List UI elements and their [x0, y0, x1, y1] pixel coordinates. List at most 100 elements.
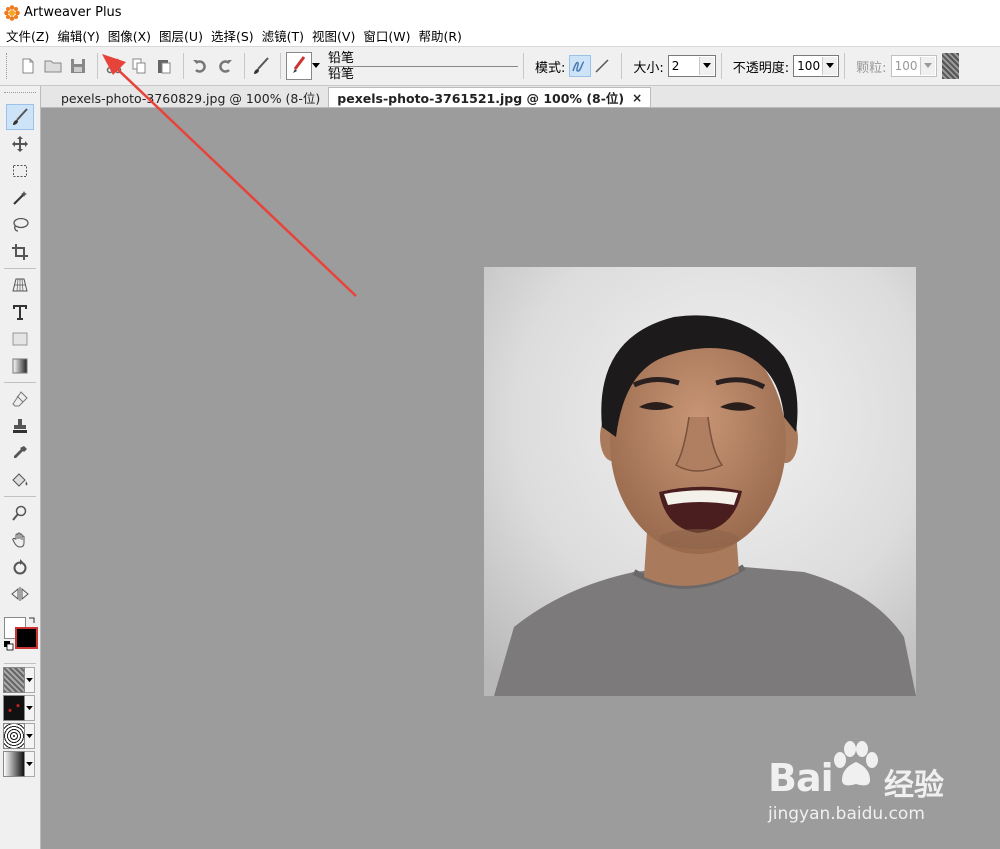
new-file-button[interactable]	[17, 55, 39, 77]
brush-texture-preset[interactable]	[3, 667, 40, 693]
tool-hand[interactable]	[6, 527, 34, 553]
toolbar-separator	[244, 53, 245, 79]
tab-document-2[interactable]: pexels-photo-3761521.jpg @ 100% (8-位) ×	[328, 87, 652, 107]
brush-icon	[13, 108, 28, 125]
tool-panel-grip[interactable]	[4, 92, 36, 100]
paper-texture-thumbnail[interactable]	[941, 53, 959, 79]
paste-icon	[158, 60, 171, 74]
menu-file[interactable]: 文件(Z)	[4, 26, 55, 45]
stamp-preset[interactable]	[3, 723, 40, 749]
tool-separator	[4, 496, 36, 497]
brush-tool-button[interactable]	[250, 55, 272, 77]
opacity-select[interactable]: 100	[793, 55, 840, 77]
tab-document-1[interactable]: pexels-photo-3760829.jpg @ 100% (8-位)	[53, 87, 328, 107]
pencil-icon	[293, 56, 306, 73]
grain-select[interactable]: 100	[890, 55, 937, 77]
redo-icon	[219, 60, 232, 73]
document-tabs: pexels-photo-3760829.jpg @ 100% (8-位) pe…	[41, 86, 1000, 108]
shape-rectangle-icon	[12, 332, 28, 346]
grain-label: 颗粒:	[856, 60, 887, 76]
tool-crop[interactable]	[6, 239, 34, 265]
copy-icon	[132, 58, 146, 74]
tool-move[interactable]	[6, 131, 34, 157]
tool-lasso[interactable]	[6, 212, 34, 238]
hand-icon	[12, 532, 25, 548]
brush-preset-picker[interactable]	[286, 51, 322, 81]
freehand-stroke-icon	[572, 61, 585, 72]
toolbar-separator	[97, 53, 98, 79]
swap-colors-icon[interactable]	[28, 617, 36, 625]
tool-separator	[4, 382, 36, 383]
baidu-paw-logo-icon	[834, 741, 878, 786]
pattern-thumbnail	[3, 695, 25, 721]
tool-separator	[4, 663, 36, 664]
menu-filter[interactable]: 滤镜(T)	[260, 26, 310, 45]
close-tab-icon[interactable]: ×	[632, 91, 642, 105]
mirror-axis-icon	[11, 587, 29, 601]
menu-layer[interactable]: 图层(U)	[157, 26, 209, 45]
chevron-down-icon	[312, 63, 320, 68]
tool-eyedropper[interactable]	[6, 440, 34, 466]
tool-brush[interactable]	[6, 104, 34, 130]
tool-text[interactable]	[6, 299, 34, 325]
reset-colors-icon[interactable]	[4, 641, 14, 651]
toolbar-grip[interactable]	[6, 53, 9, 79]
magic-wand-icon	[13, 191, 27, 205]
stamp-icon	[13, 419, 27, 433]
menu-image[interactable]: 图像(X)	[106, 26, 157, 45]
magnifier-icon	[12, 505, 27, 521]
redo-button[interactable]	[214, 55, 236, 77]
color-swatches	[2, 615, 40, 653]
brush-name: 铅笔 铅笔	[328, 51, 518, 82]
toolbar-separator	[844, 53, 846, 79]
menu-help[interactable]: 帮助(R)	[416, 26, 467, 45]
tab-label: pexels-photo-3760829.jpg @ 100% (8-位)	[61, 90, 321, 106]
watermark-url: jingyan.baidu.com	[768, 804, 925, 824]
gradient-thumbnail	[3, 751, 25, 777]
tool-panel	[0, 86, 41, 849]
tool-paint-bucket[interactable]	[6, 467, 34, 493]
cut-button[interactable]	[103, 55, 125, 77]
eyedropper-icon	[14, 446, 27, 458]
undo-button[interactable]	[189, 55, 211, 77]
freehand-mode-button[interactable]	[569, 55, 592, 77]
open-file-button[interactable]	[42, 55, 64, 77]
baidu-jingyan-watermark: Bai 经验 jingyan.baidu.com	[760, 738, 960, 833]
tool-rotate-view[interactable]	[6, 554, 34, 580]
tool-perspective[interactable]	[6, 272, 34, 298]
pattern-preset[interactable]	[3, 695, 40, 721]
menu-select[interactable]: 选择(S)	[209, 26, 260, 45]
document-canvas-image[interactable]	[484, 267, 916, 696]
tool-rect-select[interactable]	[6, 158, 34, 184]
copy-button[interactable]	[128, 55, 150, 77]
rotate-icon	[13, 559, 27, 575]
paste-button[interactable]	[153, 55, 175, 77]
texture-thumbnail	[3, 667, 25, 693]
chevron-down-icon	[25, 695, 35, 721]
size-select[interactable]: 2	[667, 55, 716, 77]
tool-gradient[interactable]	[6, 353, 34, 379]
save-button[interactable]	[67, 55, 89, 77]
gradient-preset[interactable]	[3, 751, 40, 777]
toolbar-separator	[183, 53, 184, 79]
eraser-icon	[12, 391, 28, 407]
menu-edit[interactable]: 编辑(Y)	[55, 26, 105, 45]
brush-icon	[254, 57, 269, 74]
foreground-color-swatch[interactable]	[15, 627, 38, 649]
menu-view[interactable]: 视图(V)	[310, 26, 361, 45]
tool-magic-wand[interactable]	[6, 185, 34, 211]
window-title: Artweaver Plus	[24, 5, 122, 20]
tool-zoom[interactable]	[6, 500, 34, 526]
tool-clone-stamp[interactable]	[6, 413, 34, 439]
paint-bucket-icon	[12, 473, 28, 487]
watermark-brand-cn: 经验	[884, 768, 944, 803]
size-label: 大小:	[633, 60, 664, 76]
tool-mirror[interactable]	[6, 581, 34, 607]
menu-window[interactable]: 窗口(W)	[361, 26, 416, 45]
tool-separator	[4, 268, 36, 269]
chevron-down-icon	[25, 751, 35, 777]
menu-bar: 文件(Z) 编辑(Y) 图像(X) 图层(U) 选择(S) 滤镜(T) 视图(V…	[0, 25, 1000, 46]
tool-eraser[interactable]	[6, 386, 34, 412]
tool-shape[interactable]	[6, 326, 34, 352]
straight-line-mode-button[interactable]	[591, 55, 613, 77]
